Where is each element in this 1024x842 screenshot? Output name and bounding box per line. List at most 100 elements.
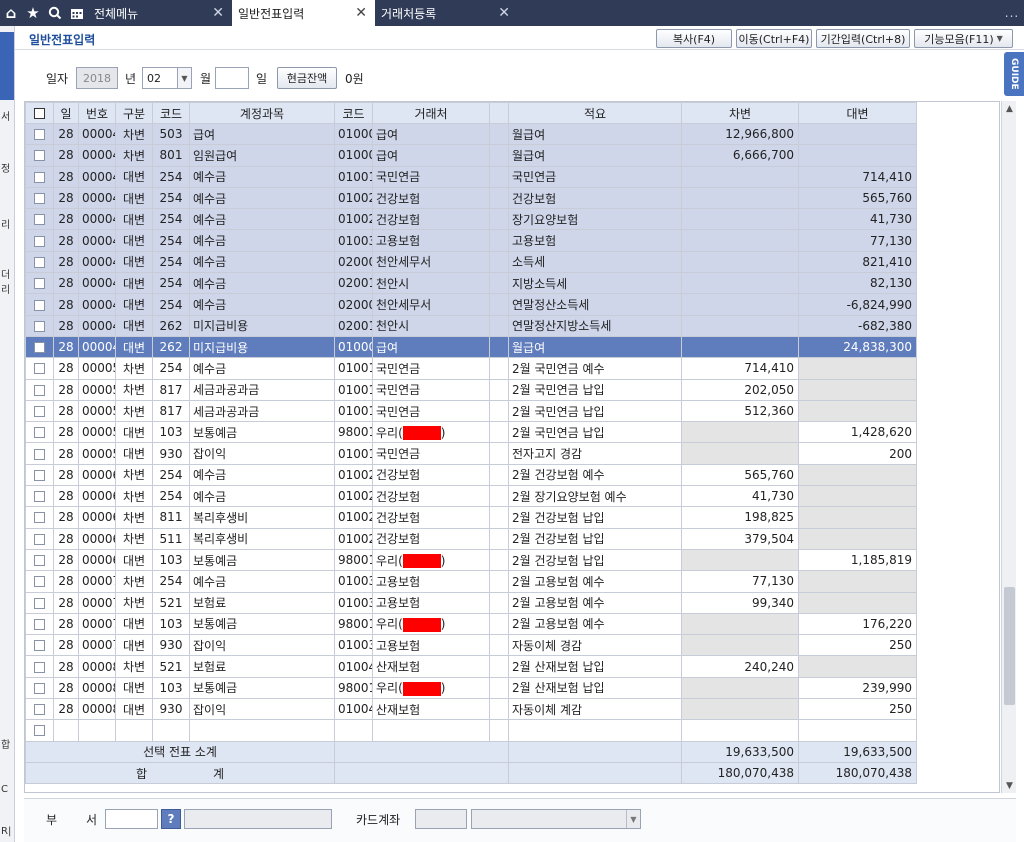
cell-memo[interactable]: 장기요양보험 [508,208,682,231]
scroll-down-icon[interactable]: ▼ [1002,778,1017,793]
cell-partner[interactable]: 고용보험 [372,634,490,657]
cell-number[interactable]: 00004 [78,335,116,359]
cell-number[interactable]: 00006 [78,463,116,487]
cell-account[interactable]: 예수금 [189,570,335,593]
cell-account-code[interactable]: 254 [152,357,190,380]
cell-account[interactable]: 보통예금 [189,612,335,636]
cell-debit[interactable]: 6,666,700 [681,144,799,167]
cell-partner[interactable]: 건강보험 [372,463,490,487]
cell-number[interactable]: 00008 [78,655,116,678]
cell-partner[interactable]: 국민연금 [372,357,490,380]
cell-memo[interactable]: 전자고지 경감 [508,442,682,465]
cell-number[interactable]: 00008 [78,676,116,700]
cell-account[interactable]: 잡이익 [189,698,335,721]
cell-account-code[interactable]: 262 [152,314,190,337]
row-checkbox[interactable] [25,229,54,252]
cell-credit[interactable]: 176,220 [798,612,917,636]
cell-type[interactable]: 차변 [115,485,153,508]
cell-number[interactable]: 00007 [78,612,116,636]
col-partner-code[interactable]: 코드 [334,102,373,124]
cell-number[interactable]: 00008 [78,698,116,721]
cell-type[interactable]: 대변 [115,442,153,465]
cell-day[interactable]: 28 [53,250,79,274]
cell-spacer[interactable] [489,399,509,423]
cell-memo[interactable]: 고용보험 [508,229,682,252]
tab-partner-registration[interactable]: 거래처등록 ✕ [375,0,518,26]
cell-number[interactable]: 00006 [78,506,116,529]
cell-number[interactable]: 00006 [78,527,116,550]
cell-credit[interactable] [798,527,917,550]
cell-type[interactable]: 차변 [115,399,153,423]
cell-account-code[interactable]: 254 [152,570,190,593]
cell-day[interactable]: 28 [53,506,79,529]
cell-debit[interactable] [681,293,799,316]
table-row[interactable]: 2800006차변811복리후생비01002건강보험 2월 건강보험 납입198,… [25,506,917,529]
row-checkbox[interactable] [25,655,54,678]
cell-partner[interactable]: 산재보험 [372,655,490,678]
col-memo[interactable]: 적요 [508,102,682,124]
cell-day[interactable]: 28 [53,399,79,423]
cell-day[interactable]: 28 [53,463,79,487]
cell-spacer[interactable] [489,186,509,210]
cell-day[interactable]: 28 [53,421,79,444]
row-checkbox[interactable] [25,122,54,146]
cell-account-code[interactable]: 103 [152,612,190,636]
cell-account[interactable]: 복리후생비 [189,506,335,529]
cell-partner[interactable]: 천안세무서 [372,293,490,316]
cell-type[interactable]: 차변 [115,527,153,550]
cell-account[interactable]: 예수금 [189,293,335,316]
cell-number[interactable]: 00004 [78,165,116,188]
cell-partner-code[interactable]: 02000 [334,250,373,274]
cell-partner-code[interactable]: 98001 [334,612,373,636]
cell-debit[interactable] [681,634,799,657]
cell-account[interactable]: 급여 [189,122,335,146]
cell-account[interactable]: 잡이익 [189,442,335,465]
cell-partner[interactable]: 건강보험 [372,527,490,550]
cell-account[interactable]: 잡이익 [189,634,335,657]
cell-type[interactable]: 대변 [115,634,153,657]
cell-account-code[interactable]: 254 [152,485,190,508]
cell-day[interactable]: 28 [53,527,79,550]
cell-number[interactable]: 00005 [78,378,116,401]
cell-spacer[interactable] [489,421,509,444]
cell-partner[interactable]: 천안세무서 [372,250,490,274]
cell-partner[interactable]: 급여 [372,335,490,359]
cell-type[interactable]: 차변 [115,463,153,487]
cell-partner[interactable]: 천안시 [372,314,490,337]
cell-account[interactable]: 미지급비용 [189,314,335,337]
row-checkbox[interactable] [25,548,54,572]
functions-button[interactable]: 기능모음(F11) ▼ [914,29,1013,48]
cell-partner-code[interactable]: 01004 [334,655,373,678]
cell-type[interactable]: 차변 [115,144,153,167]
cell-type[interactable]: 차변 [115,122,153,146]
row-checkbox[interactable] [25,527,54,550]
cell-account-code[interactable]: 521 [152,655,190,678]
cell-partner[interactable]: 우리() [372,676,490,700]
cell-day[interactable]: 28 [53,229,79,252]
cell-credit[interactable]: 565,760 [798,186,917,210]
cell-debit[interactable] [681,676,799,700]
left-menu-item[interactable]: 정 [1,160,10,175]
cell-partner-code[interactable]: 01001 [334,357,373,380]
cell-debit[interactable]: 99,340 [681,591,799,614]
cell-partner[interactable]: 국민연금 [372,165,490,188]
cell-partner[interactable]: 급여 [372,144,490,167]
cell-number[interactable]: 00004 [78,250,116,274]
cell-day[interactable]: 28 [53,612,79,636]
cell-day[interactable]: 28 [53,548,79,572]
department-help-button[interactable]: ? [161,809,181,829]
cell-credit[interactable] [798,122,917,146]
col-account-code[interactable]: 코드 [152,102,190,124]
cell-account[interactable]: 복리후생비 [189,527,335,550]
cell-memo[interactable]: 2월 건강보험 납입 [508,548,682,572]
cell-account-code[interactable]: 521 [152,591,190,614]
vertical-scrollbar[interactable]: ▲ ▼ [1001,101,1016,793]
cell-partner-code[interactable]: 01003 [334,570,373,593]
cell-account[interactable]: 보통예금 [189,421,335,444]
cell-number[interactable]: 00005 [78,421,116,444]
cell-account-code[interactable]: 254 [152,186,190,210]
table-row[interactable]: 2800004대변262미지급비용01000급여 월급여 24,838,300 [25,335,917,359]
cell-account[interactable]: 예수금 [189,186,335,210]
cell-account-code[interactable]: 103 [152,676,190,700]
cell-partner-code[interactable]: 01002 [334,208,373,231]
